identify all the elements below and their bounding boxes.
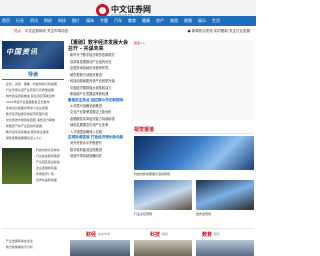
nav-item-realestate[interactable]: 房产	[156, 18, 164, 24]
nav-item-media[interactable]: 媒体	[86, 18, 94, 24]
finance-thumb[interactable]	[70, 240, 130, 256]
nav-item-finance[interactable]: 财经	[44, 18, 52, 24]
right-top-panel	[132, 40, 254, 120]
section-heading-tech[interactable]: 科技	[150, 231, 160, 238]
section-subheading[interactable]: · 资本市场	[96, 232, 110, 236]
list-item-highlight[interactable]: 聚焦民生热点 回应群众关切新期待	[68, 98, 132, 103]
ticker-right-text[interactable]: ● 新闻热点发布 实时更新 关注行业发展	[188, 29, 250, 34]
nav-item-entertainment[interactable]: 娱乐	[198, 18, 206, 24]
section-subheading[interactable]: · 国际	[212, 232, 220, 236]
nav-item-video[interactable]: 视频	[184, 18, 192, 24]
more-link[interactable]: 更多>>	[134, 41, 145, 45]
photo-caption[interactable]: 科技创新成果展示活动现场	[134, 172, 170, 176]
tech-thumb[interactable]	[134, 240, 192, 256]
guide-list: · 业务、资源、策略 - 科技创新引领发展 · 行业专家共话产业转型与高质量发展…	[2, 82, 66, 142]
guide-divider	[2, 79, 64, 80]
nav-item-industry[interactable]: 行业	[16, 18, 24, 24]
bottom-list: · 产业发展新动态关注 · 地方政策解读与分析	[2, 239, 66, 251]
lead-headline[interactable]: 【重磅】数字经济发展大会召开 - 共谋未来	[68, 40, 130, 52]
nav-item-auto[interactable]: 汽车	[114, 18, 122, 24]
photo-thumb[interactable]	[134, 180, 192, 210]
photo-caption[interactable]: 发布会现场	[196, 212, 211, 216]
promo-image[interactable]	[2, 148, 32, 184]
ticker-left-text[interactable]: 中文证券网讯 关注市场动态	[25, 29, 68, 34]
list-item[interactable]: · 消费市场持续回暖向好	[68, 153, 132, 160]
photo-caption[interactable]: 行业论坛现场	[134, 212, 152, 216]
nav-item-home[interactable]: 首页	[2, 18, 10, 24]
section-divider	[2, 228, 254, 229]
section-heading-finance[interactable]: 财经	[86, 231, 96, 238]
nav-item-life[interactable]: 生活	[212, 18, 220, 24]
feature-banner[interactable]: 中国资讯	[2, 41, 64, 69]
photo-section-heading: 视觉报道	[134, 127, 155, 133]
news-list: · 新时代下数字经济新形态新模式 · 高质量发展推动产业结构优化 · 全国多地持…	[68, 52, 132, 160]
list-item[interactable]: · 绿色低碳发展理念深入人心	[2, 136, 66, 142]
list-item[interactable]: · 合作共赢新篇章	[34, 178, 66, 184]
nav-item-photos[interactable]: 图片	[72, 18, 80, 24]
guide-heading: 导读	[27, 72, 38, 78]
education-thumb[interactable]	[196, 240, 254, 256]
nav-item-topics[interactable]: 专题	[100, 18, 108, 24]
logo-text: 中文证券网	[111, 3, 151, 14]
photo-thumb[interactable]	[196, 180, 254, 210]
nav-item-travel[interactable]: 旅游	[170, 18, 178, 24]
nav-item-education[interactable]: 教育	[128, 18, 136, 24]
list-item[interactable]: · 地方政策解读与分析	[2, 245, 66, 251]
nav-item-tech[interactable]: 科技	[58, 18, 66, 24]
news-ticker: 热点 中文证券网讯 关注市场动态 ● 新闻热点发布 实时更新 关注行业发展	[14, 27, 250, 35]
ticker-hot-label: 热点	[14, 28, 21, 33]
section-subheading[interactable]: · 数码	[160, 232, 168, 236]
section-heading-education[interactable]: 教育	[202, 231, 212, 238]
main-nav: 首页 行业 资讯 财经 科技 图片 媒体 专题 汽车 教育 健康 房产 旅游 视…	[0, 16, 256, 26]
photo-main[interactable]	[134, 136, 254, 170]
promo-list: · 科技创新论坛举办 · 行业峰会圆满落幕 · 产业园区建设提速 · 企业发展新…	[34, 148, 66, 184]
nav-item-health[interactable]: 健康	[142, 18, 150, 24]
nav-item-news[interactable]: 资讯	[30, 18, 38, 24]
section-divider	[134, 133, 254, 134]
